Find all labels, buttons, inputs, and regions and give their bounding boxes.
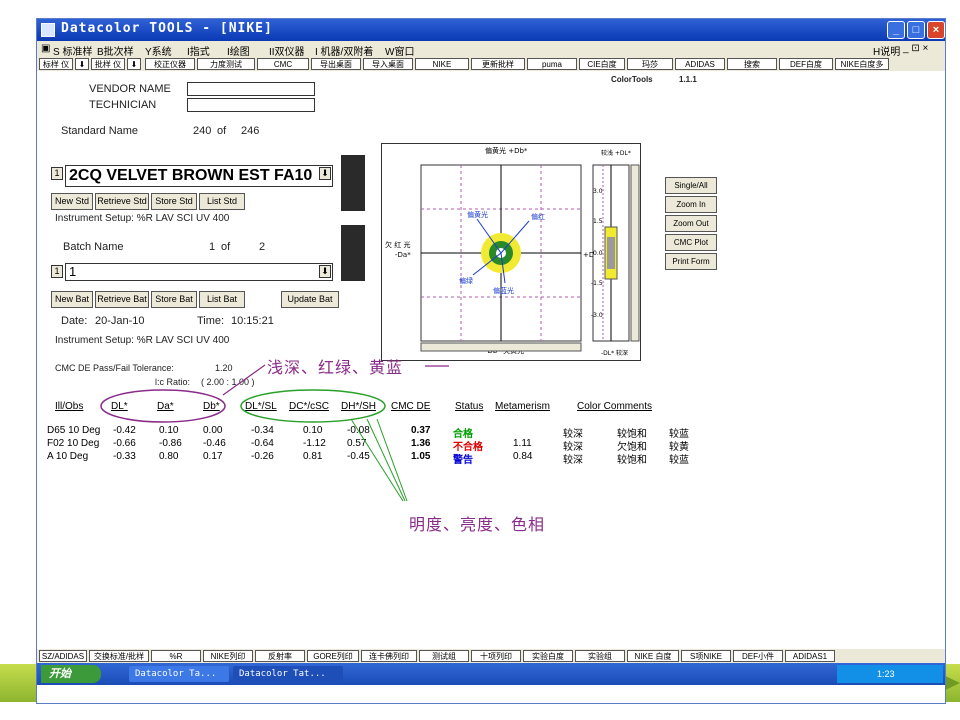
taskbar-item-active[interactable]: Datacolor Tat...	[233, 666, 343, 682]
menu-batch[interactable]: B批次样	[97, 43, 134, 58]
bottom-btn-swap[interactable]: 交换标准/批样	[89, 650, 149, 662]
menu-standard[interactable]: S 标准样	[53, 43, 92, 58]
window-title: Datacolor TOOLS - [NIKE]	[61, 21, 273, 36]
bottom-btn-ten-print[interactable]: 十项列印	[471, 650, 521, 662]
toolbar-nike[interactable]: NIKE	[415, 58, 469, 70]
document-icon: ▣	[41, 43, 51, 54]
toolbar-import[interactable]: 导入桌面	[363, 58, 413, 70]
annotation-overlay	[100, 364, 449, 502]
menu-bar: ▣ S 标准样 B批次样 Y系统 I指式 I绘图 II双仪器 I 机器/双附着 …	[37, 41, 945, 58]
toolbar-bat-instrument[interactable]: 批样 仪	[91, 58, 125, 70]
toolbar-puma[interactable]: puma	[527, 58, 577, 70]
annotation-ellipse-green	[240, 389, 386, 423]
bottom-btn-percent-r[interactable]: %R	[151, 650, 201, 662]
toolbar-search[interactable]: 搜索	[727, 58, 777, 70]
toolbar-update-batch[interactable]: 更新批样	[471, 58, 525, 70]
bottom-btn-gore-print[interactable]: GORE列印	[307, 650, 359, 662]
menu-window[interactable]: W窗口	[385, 43, 414, 58]
menu-instrument[interactable]: II双仪器	[269, 43, 305, 58]
toolbar-nike-whiteness[interactable]: NIKE白度多	[835, 58, 889, 70]
bottom-btn-reflectance[interactable]: 反射率	[255, 650, 305, 662]
toolbar-adidas[interactable]: ADIDAS	[675, 58, 725, 70]
minimize-button[interactable]: _	[887, 21, 905, 39]
toolbar-std-instrument[interactable]: 标样 仪	[39, 58, 73, 70]
taskbar: 开始 Datacolor Ta... Datacolor Tat... 1:23	[37, 663, 945, 685]
menu-machine[interactable]: I 机器/双附着	[315, 43, 373, 58]
bottom-btn-lab-group[interactable]: 实验组	[575, 650, 625, 662]
bottom-btn-lane-crawford[interactable]: 连卡佛列印	[361, 650, 417, 662]
menu-help[interactable]: H说明	[873, 43, 900, 58]
toolbar-cmc[interactable]: CMC	[257, 58, 309, 70]
start-button[interactable]: 开始	[41, 665, 101, 683]
bottom-btn-nike-print[interactable]: NIKE列印	[203, 650, 253, 662]
toolbar-marks[interactable]: 玛莎	[627, 58, 673, 70]
annotation-line-purple	[222, 364, 266, 396]
app-window: Datacolor TOOLS - [NIKE] _ □ × ▣ S 标准样 B…	[36, 18, 946, 704]
toolbar-strength-test[interactable]: 力度测试	[197, 58, 255, 70]
maximize-button[interactable]: □	[907, 21, 925, 39]
toolbar-def-whiteness[interactable]: DEF白度	[779, 58, 833, 70]
close-button[interactable]: ×	[927, 21, 945, 39]
annotation-ellipse-purple	[100, 389, 226, 423]
bottom-btn-adidas1[interactable]: ADIDAS1	[785, 650, 835, 662]
main-content: ColorTools 1.1.1 VENDOR NAME TECHNICIAN …	[37, 71, 945, 649]
system-tray-clock: 1:23	[837, 665, 943, 683]
toolbar-export[interactable]: 导出桌面	[311, 58, 361, 70]
toolbar: 标样 仪 ⬇ 批样 仪 ⬇ 校正仪器 力度测试 CMC 导出桌面 导入桌面 NI…	[37, 57, 945, 71]
bottom-toolbar: SZ/ADIDAS 交换标准/批样 %R NIKE列印 反射率 GORE列印 连…	[37, 649, 945, 663]
bottom-btn-def-small[interactable]: DEF小件	[733, 650, 783, 662]
toolbar-bat-download-icon[interactable]: ⬇	[127, 58, 141, 70]
bottom-btn-nike-whiteness[interactable]: NIKE 白度	[627, 650, 679, 662]
menu-system[interactable]: Y系统	[145, 43, 172, 58]
bottom-btn-lab-whiteness[interactable]: 实验白度	[523, 650, 573, 662]
bottom-btn-test-group[interactable]: 测试组	[419, 650, 469, 662]
toolbar-cie-whiteness[interactable]: CIE白度	[579, 58, 625, 70]
taskbar-item[interactable]: Datacolor Ta...	[129, 666, 229, 682]
annotation-top-text: 浅深、红绿、黄蓝	[267, 360, 404, 377]
title-bar: Datacolor TOOLS - [NIKE] _ □ ×	[37, 19, 945, 41]
toolbar-std-download-icon[interactable]: ⬇	[75, 58, 89, 70]
app-icon	[41, 23, 55, 37]
toolbar-calibrate[interactable]: 校正仪器	[145, 58, 195, 70]
annotation-lines-green	[350, 418, 408, 502]
mdi-controls[interactable]: _ ⊡ ×	[903, 43, 928, 54]
menu-plot[interactable]: I绘图	[227, 43, 250, 58]
annotation-bottom-text: 明度、亮度、色相	[409, 517, 546, 534]
bottom-btn-sz-adidas[interactable]: SZ/ADIDAS	[39, 650, 87, 662]
menu-format[interactable]: I指式	[187, 43, 210, 58]
bottom-btn-s-nike[interactable]: S项NIKE	[681, 650, 731, 662]
